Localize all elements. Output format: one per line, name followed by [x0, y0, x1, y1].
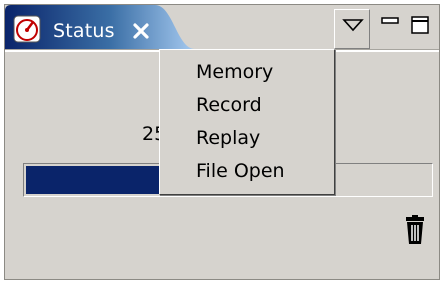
status-view: Status 25 Memory Record Replay File Open [4, 4, 440, 280]
speedometer-icon [13, 15, 41, 43]
tab-status[interactable]: Status [5, 5, 195, 49]
tab-bar: Status [5, 5, 439, 49]
view-dropdown-menu: Memory Record Replay File Open [159, 49, 335, 195]
menu-item-file-open[interactable]: File Open [160, 155, 334, 188]
menu-item-record[interactable]: Record [160, 89, 334, 122]
view-menu-button[interactable] [334, 9, 370, 49]
menu-item-replay[interactable]: Replay [160, 122, 334, 155]
close-icon[interactable] [131, 21, 151, 41]
chevron-down-icon [342, 19, 364, 32]
maximize-icon[interactable] [409, 15, 431, 35]
trash-icon[interactable] [402, 215, 428, 245]
tab-title: Status [53, 20, 115, 42]
minimize-icon[interactable] [379, 15, 401, 35]
menu-item-memory[interactable]: Memory [160, 56, 334, 89]
